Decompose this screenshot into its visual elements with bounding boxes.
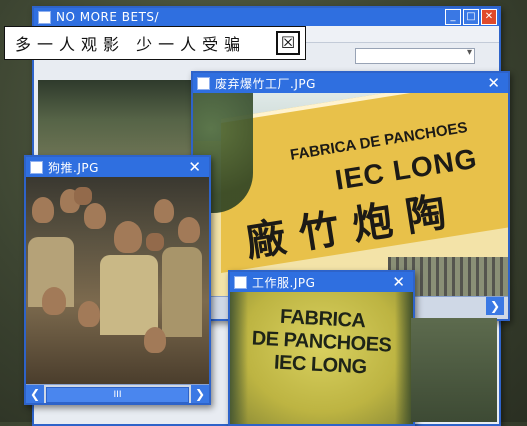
window-icon [30,160,43,174]
person [84,203,106,229]
person [114,221,142,253]
background-window-title: NO MORE BETS/ [56,10,160,24]
uniform-scene: FABRICA DE PANCHOES IEC LONG [230,292,413,424]
person [178,217,200,243]
scroll-thumb[interactable]: III [46,387,189,403]
person [32,197,54,223]
uniform-print: FABRICA DE PANCHOES IEC LONG [230,303,413,381]
window-icon [38,10,51,24]
scroll-left-icon[interactable]: ❮ [26,385,44,403]
person [42,287,66,315]
person [144,327,166,353]
shirt [162,247,202,337]
factory-window-titlebar[interactable]: 废弃爆竹工厂.JPG ✕ [193,73,508,93]
close-button[interactable]: ✕ [481,9,497,25]
background-window-titlebar[interactable]: NO MORE BETS/ _ □ ✕ [34,8,499,26]
crowd-window-title: 狗推.JPG [48,160,99,175]
slogan-close-icon[interactable]: ☒ [276,31,300,55]
factory-window-title: 废弃爆竹工厂.JPG [215,76,316,91]
shirt [100,255,158,335]
minimize-button[interactable]: _ [445,9,461,25]
person [154,199,174,223]
slogan-banner: 多一人观影 少一人受骗 ☒ [4,26,306,60]
maximize-button[interactable]: □ [463,9,479,25]
uniform-window-titlebar[interactable]: 工作服.JPG ✕ [230,272,413,292]
crowd-window-titlebar[interactable]: 狗推.JPG ✕ [26,157,209,177]
scroll-right-icon[interactable]: ❯ [486,297,504,315]
crowd-image-window: 狗推.JPG ✕ ❮ III ❯ [24,155,211,405]
uniform-image-window: 工作服.JPG ✕ FABRICA DE PANCHOES IEC LONG [228,270,415,426]
person [78,301,100,327]
slogan-text: 多一人观影 少一人受骗 [15,35,247,54]
raised-fist [74,187,92,205]
scroll-right-icon[interactable]: ❯ [191,385,209,403]
uniform-photo: FABRICA DE PANCHOES IEC LONG [230,292,413,424]
right-background-scene [411,318,497,422]
raised-fist [146,233,164,251]
window-icon [197,76,210,90]
close-icon[interactable]: ✕ [188,158,201,176]
window-controls: _ □ ✕ [445,9,497,25]
close-icon[interactable]: ✕ [487,74,500,92]
crowd-photo: ❮ III ❯ [26,177,209,403]
close-icon[interactable]: ✕ [392,273,405,291]
uniform-window-title: 工作服.JPG [252,275,316,290]
address-dropdown[interactable] [355,47,475,64]
crowd-scene [26,177,209,385]
window-icon [234,275,247,289]
crowd-scrollbar[interactable]: ❮ III ❯ [26,384,209,403]
